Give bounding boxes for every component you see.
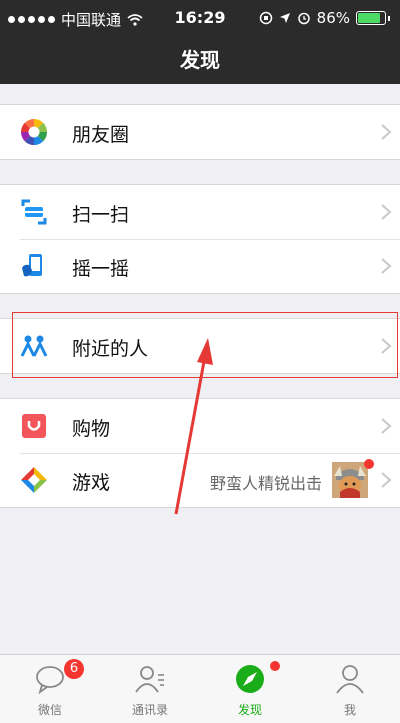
status-bar: 中国联通 16:29 86% — [0, 0, 400, 34]
battery-percent: 86% — [316, 9, 350, 27]
menu-item-shopping[interactable]: 购物 — [0, 399, 400, 453]
nav-header: 中国联通 16:29 86% 发现 — [0, 0, 400, 84]
game-promo-text: 野蛮人精锐出击 — [209, 474, 322, 493]
chevron-right-icon — [381, 472, 392, 488]
tab-discover[interactable]: 发现 — [200, 655, 300, 723]
tab-bar: 6 微信 通讯录 发现 我 — [0, 654, 400, 723]
chevron-right-icon — [381, 258, 392, 274]
tab-label: 微信 — [37, 703, 62, 717]
menu-item-label: 扫一扫 — [72, 204, 130, 226]
new-indicator-dot — [270, 661, 280, 671]
game-character-avatar — [332, 462, 368, 498]
chevron-right-icon — [381, 418, 392, 434]
menu-item-moments[interactable]: 朋友圈 — [0, 105, 400, 159]
shake-icon — [22, 254, 42, 277]
group-moments: 朋友圈 — [0, 104, 400, 160]
tab-chats[interactable]: 6 微信 — [0, 655, 100, 723]
menu-item-games[interactable]: 游戏 野蛮人精锐出击 — [0, 453, 400, 507]
battery-icon — [356, 11, 386, 25]
new-indicator-dot — [364, 459, 374, 469]
location-icon — [279, 13, 290, 23]
highlight-box — [12, 312, 398, 378]
tab-label: 发现 — [237, 703, 262, 717]
tab-contacts[interactable]: 通讯录 — [100, 655, 200, 723]
games-icon — [21, 467, 47, 493]
chat-bubble-icon — [36, 666, 64, 695]
moments-icon — [20, 118, 48, 146]
menu-item-label: 购物 — [72, 418, 111, 440]
chevron-right-icon — [381, 204, 392, 220]
page-title: 发现 — [180, 48, 220, 72]
tab-me[interactable]: 我 — [300, 655, 400, 723]
menu-item-scan[interactable]: 扫一扫 — [0, 185, 400, 239]
compass-icon — [236, 665, 264, 693]
unread-badge: 6 — [64, 659, 84, 679]
shopping-icon — [22, 414, 46, 438]
person-icon — [336, 665, 364, 694]
alarm-icon — [297, 12, 310, 25]
scan-icon — [21, 199, 47, 225]
group-scan-shake: 扫一扫 摇一摇 — [0, 184, 400, 294]
menu-item-shake[interactable]: 摇一摇 — [0, 239, 400, 293]
menu-item-label: 游戏 — [72, 472, 111, 494]
group-shopping-games: 购物 游戏 野蛮人精锐出击 — [0, 398, 400, 508]
chevron-right-icon — [381, 124, 392, 140]
menu-item-label: 摇一摇 — [72, 258, 130, 280]
menu-item-label: 朋友圈 — [72, 124, 130, 146]
tab-label: 我 — [343, 703, 356, 717]
contacts-icon — [135, 666, 164, 693]
tab-label: 通讯录 — [131, 703, 168, 717]
rotation-lock-icon — [259, 11, 272, 25]
